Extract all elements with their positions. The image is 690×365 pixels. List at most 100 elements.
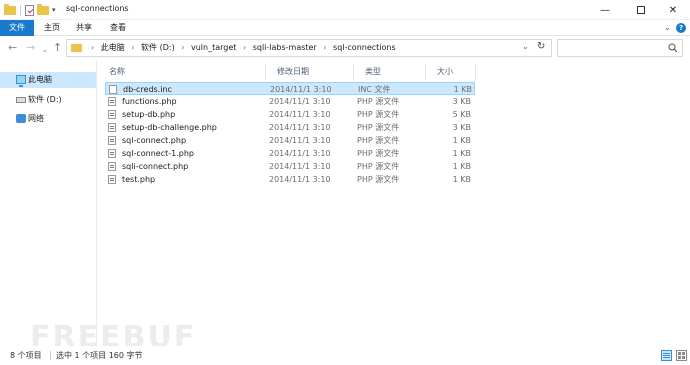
file-date: 2014/11/1 3:10 xyxy=(269,175,331,184)
search-icon xyxy=(668,43,678,53)
file-row[interactable]: functions.php 2014/11/1 3:10 PHP 源文件 3 K… xyxy=(105,95,475,108)
php-file-icon xyxy=(108,175,116,184)
nav-item-label: 软件 (D:) xyxy=(28,95,62,104)
column-resize-handle[interactable] xyxy=(475,64,476,80)
breadcrumb-item[interactable]: sql-connections xyxy=(333,43,396,52)
chevron-right-icon[interactable]: › xyxy=(91,43,94,52)
recent-locations-chevron-icon[interactable]: ⌄ xyxy=(42,44,48,56)
details-view-icon[interactable] xyxy=(661,350,672,361)
selection-info: 选中 1 个项目 160 字节 xyxy=(56,351,143,360)
file-size: 3 KB xyxy=(452,123,471,132)
file-size: 1 KB xyxy=(452,175,471,184)
large-icons-view-icon[interactable] xyxy=(676,350,687,361)
window-title: sql-connections xyxy=(66,4,129,13)
file-type: PHP 源文件 xyxy=(357,149,400,158)
file-icon xyxy=(109,85,117,94)
file-name: setup-db.php xyxy=(122,110,176,119)
computer-icon xyxy=(16,75,26,87)
file-row[interactable]: test.php 2014/11/1 3:10 PHP 源文件 1 KB xyxy=(105,173,475,186)
status-bar: 8 个项目 选中 1 个项目 160 字节 xyxy=(0,346,690,365)
file-type: PHP 源文件 xyxy=(357,136,400,145)
tab-share[interactable]: 共享 xyxy=(74,20,94,36)
php-file-icon xyxy=(108,136,116,145)
refresh-icon[interactable]: ↻ xyxy=(537,41,545,52)
file-type: PHP 源文件 xyxy=(357,97,400,106)
item-count: 8 个项目 xyxy=(10,351,42,360)
nav-item-label: 此电脑 xyxy=(28,75,52,84)
search-input[interactable] xyxy=(557,39,683,57)
ribbon: 文件 主页 共享 查看 ⌄ ? xyxy=(0,20,690,36)
file-size: 1 KB xyxy=(452,136,471,145)
nav-item-drive-d[interactable]: 软件 (D:) xyxy=(0,92,96,108)
minimize-button[interactable]: — xyxy=(588,0,622,20)
file-name: sql-connect-1.php xyxy=(122,149,194,158)
file-date: 2014/11/1 3:10 xyxy=(269,110,331,119)
tab-view[interactable]: 查看 xyxy=(108,20,128,36)
maximize-button[interactable] xyxy=(624,0,658,20)
column-header-type[interactable]: 类型 xyxy=(353,64,425,80)
file-size: 3 KB xyxy=(452,97,471,106)
file-row[interactable]: sql-connect-1.php 2014/11/1 3:10 PHP 源文件… xyxy=(105,147,475,160)
column-header-date[interactable]: 修改日期 xyxy=(265,64,353,80)
network-icon xyxy=(16,114,26,123)
up-arrow-icon[interactable]: ↑ xyxy=(53,42,62,54)
php-file-icon xyxy=(108,123,116,132)
breadcrumb-item[interactable]: 此电脑 xyxy=(101,43,125,52)
column-header-size[interactable]: 大小 xyxy=(425,64,475,80)
chevron-right-icon[interactable]: › xyxy=(323,43,326,52)
file-row[interactable]: setup-db.php 2014/11/1 3:10 PHP 源文件 5 KB xyxy=(105,108,475,121)
file-row[interactable]: db-creds.inc 2014/11/1 3:10 INC 文件 1 KB xyxy=(105,82,475,95)
file-date: 2014/11/1 3:10 xyxy=(269,149,331,158)
file-row[interactable]: sqli-connect.php 2014/11/1 3:10 PHP 源文件 … xyxy=(105,160,475,173)
status-divider xyxy=(50,351,51,360)
breadcrumb-item[interactable]: sqli-labs-master xyxy=(253,43,317,52)
breadcrumb: › 此电脑 › 软件 (D:) › vuln_target › sqli-lab… xyxy=(87,40,396,56)
address-bar[interactable]: › 此电脑 › 软件 (D:) › vuln_target › sqli-lab… xyxy=(66,39,552,57)
nav-item-network[interactable]: 网络 xyxy=(0,111,96,127)
properties-icon[interactable] xyxy=(25,4,34,16)
folder-icon xyxy=(4,3,16,15)
close-button[interactable]: ✕ xyxy=(656,0,690,20)
file-row[interactable]: setup-db-challenge.php 2014/11/1 3:10 PH… xyxy=(105,121,475,134)
file-name: sql-connect.php xyxy=(122,136,187,145)
file-type: PHP 源文件 xyxy=(357,162,400,171)
column-header-name[interactable]: 名称 xyxy=(97,64,265,80)
file-name: test.php xyxy=(122,175,156,184)
file-name: setup-db-challenge.php xyxy=(122,123,217,132)
navigation-bar: ← → ⌄ ↑ › 此电脑 › 软件 (D:) › vuln_target › … xyxy=(0,36,690,60)
file-date: 2014/11/1 3:10 xyxy=(269,97,331,106)
quick-access-toolbar: ▾ xyxy=(4,3,56,17)
customize-toolbar-arrow-icon[interactable]: ▾ xyxy=(52,6,56,14)
nav-item-label: 网络 xyxy=(28,114,44,123)
tab-file[interactable]: 文件 xyxy=(0,20,34,36)
file-type: PHP 源文件 xyxy=(357,110,400,119)
chevron-right-icon[interactable]: › xyxy=(131,43,134,52)
php-file-icon xyxy=(108,110,116,119)
title-bar: ▾ sql-connections — ✕ xyxy=(0,0,690,20)
file-name: functions.php xyxy=(122,97,177,106)
tab-home[interactable]: 主页 xyxy=(42,20,62,36)
toolbar-divider xyxy=(20,4,21,16)
file-date: 2014/11/1 3:10 xyxy=(269,123,331,132)
forward-arrow-icon[interactable]: → xyxy=(26,42,35,54)
maximize-icon xyxy=(637,6,645,14)
help-icon[interactable]: ? xyxy=(676,23,686,33)
new-folder-icon[interactable] xyxy=(37,3,49,15)
back-arrow-icon[interactable]: ← xyxy=(8,42,17,54)
navigation-pane: 此电脑 软件 (D:) 网络 xyxy=(0,60,96,346)
php-file-icon xyxy=(108,149,116,158)
breadcrumb-item[interactable]: 软件 (D:) xyxy=(141,43,175,52)
breadcrumb-item[interactable]: vuln_target xyxy=(191,43,236,52)
chevron-right-icon[interactable]: › xyxy=(181,43,184,52)
file-type: PHP 源文件 xyxy=(357,123,400,132)
expand-ribbon-chevron-icon[interactable]: ⌄ xyxy=(664,23,671,32)
chevron-right-icon[interactable]: › xyxy=(243,43,246,52)
drive-icon xyxy=(16,97,26,103)
file-type: PHP 源文件 xyxy=(357,175,400,184)
address-history-chevron-icon[interactable]: ⌄ xyxy=(522,42,529,51)
nav-item-this-pc[interactable]: 此电脑 xyxy=(0,72,96,88)
file-size: 1 KB xyxy=(452,149,471,158)
php-file-icon xyxy=(108,162,116,171)
file-row[interactable]: sql-connect.php 2014/11/1 3:10 PHP 源文件 1… xyxy=(105,134,475,147)
php-file-icon xyxy=(108,97,116,106)
